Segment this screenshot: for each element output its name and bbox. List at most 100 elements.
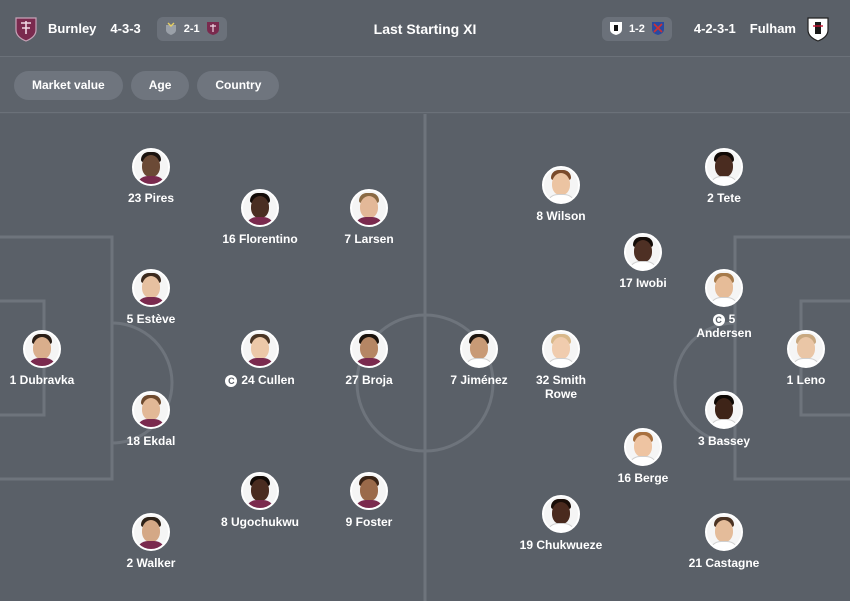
- player-avatar: [132, 513, 170, 551]
- face: [251, 337, 269, 359]
- player-avatar: [132, 269, 170, 307]
- player-avatar: [787, 330, 825, 368]
- player-avatar: [350, 330, 388, 368]
- player-name: 7 Jiménez: [450, 373, 508, 387]
- filter-country[interactable]: Country: [197, 70, 280, 100]
- player-tete[interactable]: 2 Tete: [664, 148, 784, 205]
- player-name: 2 Walker: [126, 556, 176, 570]
- player-name: 16 Florentino: [222, 232, 298, 246]
- player-avatar: [542, 495, 580, 533]
- player-avatar: [132, 148, 170, 186]
- player-avatar: [241, 189, 279, 227]
- player-walker[interactable]: 2 Walker: [91, 513, 211, 570]
- player-name: 1 Dubravka: [9, 373, 75, 387]
- face: [715, 520, 733, 542]
- away-formation: 4-2-3-1: [693, 21, 736, 36]
- away-last-score: 1-2: [628, 22, 645, 35]
- player-avatar: [705, 269, 743, 307]
- face: [634, 240, 652, 262]
- face: [360, 196, 378, 218]
- shirt: [136, 541, 166, 549]
- player-name-row: C 24 Cullen: [225, 373, 295, 387]
- player-larsen[interactable]: 7 Larsen: [309, 189, 429, 246]
- away-last-result[interactable]: 1-2: [601, 16, 672, 41]
- player-broja[interactable]: 27 Broja: [309, 330, 429, 387]
- player-avatar: [132, 391, 170, 429]
- player-name: 19 Chukwueze: [519, 538, 603, 552]
- lineup-header: Burnley 4-3-3 2-1 Last Starting XI 1-2 4…: [0, 0, 850, 57]
- filter-market-value[interactable]: Market value: [14, 70, 123, 100]
- captain-badge-icon: C: [712, 314, 725, 326]
- player-cullen[interactable]: C 24 Cullen: [200, 330, 320, 387]
- player-avatar: [23, 330, 61, 368]
- player-chukwueze[interactable]: 19 Chukwueze: [501, 495, 621, 552]
- pitch: 23 Pires 16 Florentino 7 Larsen 5 Estève…: [0, 114, 850, 601]
- player-name: 8 Wilson: [536, 209, 586, 223]
- shirt: [136, 419, 166, 427]
- player-name: 17 Iwobi: [619, 276, 667, 290]
- player-name: 2 Tete: [707, 191, 741, 205]
- player-name: 21 Castagne: [688, 556, 760, 570]
- shirt: [709, 176, 739, 184]
- face: [142, 155, 160, 177]
- filter-age[interactable]: Age: [130, 70, 190, 100]
- player-name: 1 Leno: [786, 373, 826, 387]
- player-name: 24 Cullen: [241, 373, 295, 387]
- player-name: 16 Berge: [617, 471, 669, 485]
- player-name: 7 Larsen: [344, 232, 394, 246]
- shirt: [546, 523, 576, 531]
- player-florentino[interactable]: 16 Florentino: [200, 189, 320, 246]
- player-smith-rowe[interactable]: 32 Smith Rowe: [501, 330, 621, 401]
- fulham-mini-crest-icon: [609, 21, 623, 36]
- face: [142, 398, 160, 420]
- face: [715, 276, 733, 298]
- player-name: 9 Foster: [345, 515, 393, 529]
- shirt: [354, 217, 384, 225]
- player-castagne[interactable]: 21 Castagne: [664, 513, 784, 570]
- filter-bar: Market value Age Country: [0, 58, 850, 113]
- face: [552, 173, 570, 195]
- face: [715, 398, 733, 420]
- captain-badge-icon: C: [225, 375, 238, 387]
- face: [33, 337, 51, 359]
- player-leno[interactable]: 1 Leno: [746, 330, 850, 387]
- player-wilson[interactable]: 8 Wilson: [501, 166, 621, 223]
- player-name: 18 Ekdal: [126, 434, 176, 448]
- player-name: 23 Pires: [127, 191, 175, 205]
- shirt: [245, 217, 275, 225]
- face: [251, 196, 269, 218]
- face: [797, 337, 815, 359]
- shirt: [628, 261, 658, 269]
- shirt: [546, 194, 576, 202]
- away-team[interactable]: 1-2 4-2-3-1 Fulham: [601, 0, 830, 57]
- player-esteve[interactable]: 5 Estève: [91, 269, 211, 326]
- player-avatar: [624, 428, 662, 466]
- player-name: 8 Ugochukwu: [220, 515, 299, 529]
- face: [251, 479, 269, 501]
- player-avatar: [705, 391, 743, 429]
- player-name: 5 Estève: [126, 312, 176, 326]
- shirt: [791, 358, 821, 366]
- face: [470, 337, 488, 359]
- player-avatar: [241, 330, 279, 368]
- away-team-name: Fulham: [749, 21, 796, 36]
- player-avatar: [350, 472, 388, 510]
- player-ugochukwu[interactable]: 8 Ugochukwu: [200, 472, 320, 529]
- face: [360, 479, 378, 501]
- player-dubravka[interactable]: 1 Dubravka: [0, 330, 102, 387]
- player-avatar: [705, 148, 743, 186]
- player-pires[interactable]: 23 Pires: [91, 148, 211, 205]
- shirt: [245, 500, 275, 508]
- shirt: [709, 541, 739, 549]
- player-name: 3 Bassey: [697, 434, 751, 448]
- player-foster[interactable]: 9 Foster: [309, 472, 429, 529]
- player-ekdal[interactable]: 18 Ekdal: [91, 391, 211, 448]
- player-name: 32 Smith Rowe: [535, 373, 586, 401]
- player-berge[interactable]: 16 Berge: [583, 428, 703, 485]
- shirt: [628, 456, 658, 464]
- shirt: [546, 358, 576, 366]
- face: [552, 337, 570, 359]
- shirt: [464, 358, 494, 366]
- face: [715, 155, 733, 177]
- player-avatar: [705, 513, 743, 551]
